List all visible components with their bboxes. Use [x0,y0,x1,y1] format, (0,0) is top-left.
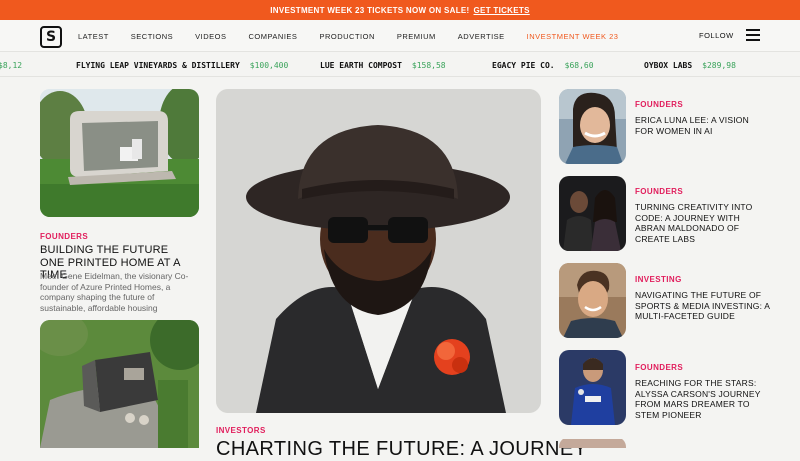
nav-item-advertise[interactable]: ADVERTISE [458,32,505,41]
promo-text: INVESTMENT WEEK 23 TICKETS NOW ON SALE! [270,5,470,15]
nav-item-companies[interactable]: COMPANIES [248,32,297,41]
top-nav: S LATEST SECTIONS VIDEOS COMPANIES PRODU… [0,20,800,52]
funding-ticker: $8,12 FLYING LEAP VINEYARDS & DISTILLERY… [0,53,800,77]
side-thumb-3[interactable] [559,263,626,338]
ticker-company: FLYING LEAP VINEYARDS & DISTILLERY [76,61,240,70]
ticker-value: $289,98 [702,61,736,70]
ticker-company: LUE EARTH COMPOST [320,61,402,70]
side-category[interactable]: FOUNDERS [635,100,683,109]
hero-headline[interactable]: CHARTING THE FUTURE: A JOURNEY [216,438,587,461]
follow-button[interactable]: FOLLOW [699,31,734,40]
side-headline[interactable]: NAVIGATING THE FUTURE OF SPORTS & MEDIA … [635,290,770,322]
hero-category[interactable]: INVESTORS [216,426,266,435]
ticker-value: $8,12 [0,61,23,70]
ticker-company: OYBOX LABS [644,61,693,70]
nav-item-sections[interactable]: SECTIONS [131,32,173,41]
ticker-item[interactable]: EGACY PIE CO. $68,60 [492,61,594,70]
ticker-company: EGACY PIE CO. [492,61,555,70]
nav-item-production[interactable]: PRODUCTION [319,32,374,41]
side-thumb-4[interactable] [559,350,626,425]
printed-home-image[interactable] [40,89,199,217]
printed-home-photo [40,89,199,217]
card-category[interactable]: FOUNDERS [40,232,88,241]
erica-luna-lee-photo [559,89,626,164]
side-thumb-1[interactable] [559,89,626,164]
hero-portrait-photo [216,89,541,413]
nav-item-premium[interactable]: PREMIUM [397,32,436,41]
side-thumb-2[interactable] [559,176,626,251]
hamburger-menu-icon[interactable] [746,29,760,41]
alyssa-carson-photo [559,350,626,425]
ticker-value: $100,400 [249,61,289,70]
ticker-value: $158,58 [411,61,446,70]
site-logo[interactable]: S [40,26,62,48]
nav-item-videos[interactable]: VIDEOS [195,32,226,41]
side-category[interactable]: INVESTING [635,275,682,284]
hero-image[interactable] [216,89,541,413]
ticker-item[interactable]: FLYING LEAP VINEYARDS & DISTILLERY $100,4… [76,61,288,70]
promo-banner: INVESTMENT WEEK 23 TICKETS NOW ON SALE! … [0,0,800,20]
get-tickets-link[interactable]: GET TICKETS [474,6,530,15]
ticker-item[interactable]: LUE EARTH COMPOST $158,58 [320,61,446,70]
side-thumb-5-photo [559,439,626,448]
nav-menu: LATEST SECTIONS VIDEOS COMPANIES PRODUCT… [78,20,640,52]
side-headline[interactable]: TURNING CREATIVITY INTO CODE: A JOURNEY … [635,202,765,244]
create-labs-photo [559,176,626,251]
side-category[interactable]: FOUNDERS [635,363,683,372]
side-headline[interactable]: REACHING FOR THE STARS: ALYSSA CARSON'S … [635,378,770,420]
sports-investing-photo [559,263,626,338]
side-thumb-5[interactable] [559,437,626,448]
nav-item-latest[interactable]: LATEST [78,32,109,41]
side-headline[interactable]: ERICA LUNA LEE: A VISION FOR WOMEN IN AI [635,115,765,136]
card-summary: Meet Gene Eidelman, the visionary Co-fou… [40,271,189,313]
nav-item-investment-week[interactable]: INVESTMENT WEEK 23 [527,32,619,41]
ticker-item[interactable]: $8,12 [0,61,22,70]
side-category[interactable]: FOUNDERS [635,187,683,196]
ticker-item[interactable]: OYBOX LABS $289,98 [644,61,736,70]
tiny-home-photo [40,320,199,448]
tiny-home-image[interactable] [40,320,199,448]
ticker-value: $68,60 [564,61,594,70]
